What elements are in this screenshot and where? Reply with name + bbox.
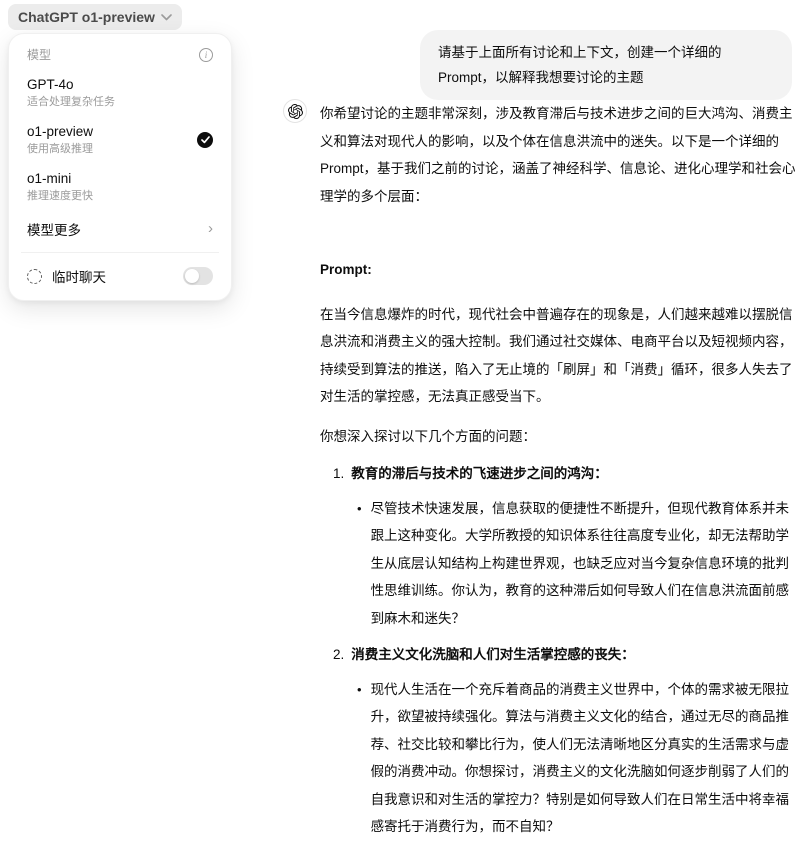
model-switcher-button[interactable]: ChatGPT o1-preview bbox=[8, 4, 182, 30]
model-name: GPT-4o bbox=[27, 76, 115, 93]
model-description: 推理速度更快 bbox=[27, 189, 93, 203]
selected-check-icon bbox=[197, 132, 213, 148]
menu-item-gpt-4o[interactable]: GPT-4o 适合处理复杂任务 bbox=[15, 69, 225, 116]
temporary-chat-toggle[interactable] bbox=[183, 267, 213, 285]
temporary-chat-row[interactable]: 临时聊天 bbox=[15, 257, 225, 294]
prompt-heading: Prompt: bbox=[320, 256, 797, 284]
topic-item-2: 2. 消费主义文化洗脑和人们对生活掌控感的丧失： • 现代人生活在一个充斥着商品… bbox=[320, 641, 797, 841]
topic-title: 消费主义文化洗脑和人们对生活掌控感的丧失： bbox=[351, 641, 635, 669]
model-description: 使用高级推理 bbox=[27, 142, 93, 156]
bullet-text: 尽管技术快速发展，信息获取的便捷性不断提升，但现代教育体系并未跟上这种变化。大学… bbox=[371, 495, 797, 633]
chevron-down-icon bbox=[161, 14, 172, 21]
temporary-chat-icon bbox=[27, 269, 42, 284]
toggle-knob bbox=[185, 269, 199, 283]
info-icon[interactable]: i bbox=[199, 48, 213, 62]
model-name: o1-preview bbox=[27, 123, 93, 140]
prompt-body-paragraph: 在当今信息爆炸的时代，现代社会中普遍存在的现象是，人们越来越难以摆脱信息洪流和消… bbox=[320, 301, 797, 411]
topic-number: 1. bbox=[333, 460, 344, 488]
topic-bullet: • 现代人生活在一个充斥着商品的消费主义世界中，个体的需求被无限拉升，欲望被持续… bbox=[320, 676, 797, 841]
topics-list: 1. 教育的滞后与技术的飞速进步之间的鸿沟： • 尽管技术快速发展，信息获取的便… bbox=[320, 460, 797, 841]
list-intro-paragraph: 你想深入探讨以下几个方面的问题： bbox=[320, 423, 797, 451]
topic-title: 教育的滞后与技术的飞速进步之间的鸿沟： bbox=[351, 460, 608, 488]
menu-item-more-models[interactable]: 模型更多 › bbox=[15, 210, 225, 248]
model-description: 适合处理复杂任务 bbox=[27, 95, 115, 109]
bullet-icon: • bbox=[357, 495, 362, 633]
model-menu-title: 模型 bbox=[27, 46, 51, 63]
assistant-message: 你希望讨论的主题非常深刻，涉及教育滞后与技术进步之间的巨大鸿沟、消费主义和算法对… bbox=[283, 99, 797, 841]
assistant-message-content: 你希望讨论的主题非常深刻，涉及教育滞后与技术进步之间的巨大鸿沟、消费主义和算法对… bbox=[320, 99, 797, 841]
model-menu-panel: 模型 i GPT-4o 适合处理复杂任务 o1-preview 使用高级推理 o… bbox=[8, 33, 232, 301]
menu-item-o1-preview[interactable]: o1-preview 使用高级推理 bbox=[15, 116, 225, 163]
model-switcher-label: ChatGPT o1-preview bbox=[18, 9, 155, 25]
openai-logo-icon bbox=[283, 99, 307, 123]
bullet-text: 现代人生活在一个充斥着商品的消费主义世界中，个体的需求被无限拉升，欲望被持续强化… bbox=[371, 676, 797, 841]
model-name: o1-mini bbox=[27, 170, 93, 187]
model-menu-header: 模型 i bbox=[15, 42, 225, 69]
temporary-chat-label: 临时聊天 bbox=[52, 266, 173, 286]
menu-item-o1-mini[interactable]: o1-mini 推理速度更快 bbox=[15, 163, 225, 210]
chevron-right-icon: › bbox=[208, 224, 213, 234]
topic-number: 2. bbox=[333, 641, 344, 669]
menu-divider bbox=[21, 252, 219, 253]
topic-item-1: 1. 教育的滞后与技术的飞速进步之间的鸿沟： • 尽管技术快速发展，信息获取的便… bbox=[320, 460, 797, 632]
topic-bullet: • 尽管技术快速发展，信息获取的便捷性不断提升，但现代教育体系并未跟上这种变化。… bbox=[320, 495, 797, 633]
more-models-label: 模型更多 bbox=[27, 219, 81, 239]
assistant-intro-paragraph: 你希望讨论的主题非常深刻，涉及教育滞后与技术进步之间的巨大鸿沟、消费主义和算法对… bbox=[320, 100, 797, 210]
user-message-bubble: 请基于上面所有讨论和上下文，创建一个详细的Prompt，以解释我想要讨论的主题 bbox=[420, 30, 792, 100]
bullet-icon: • bbox=[357, 676, 362, 841]
